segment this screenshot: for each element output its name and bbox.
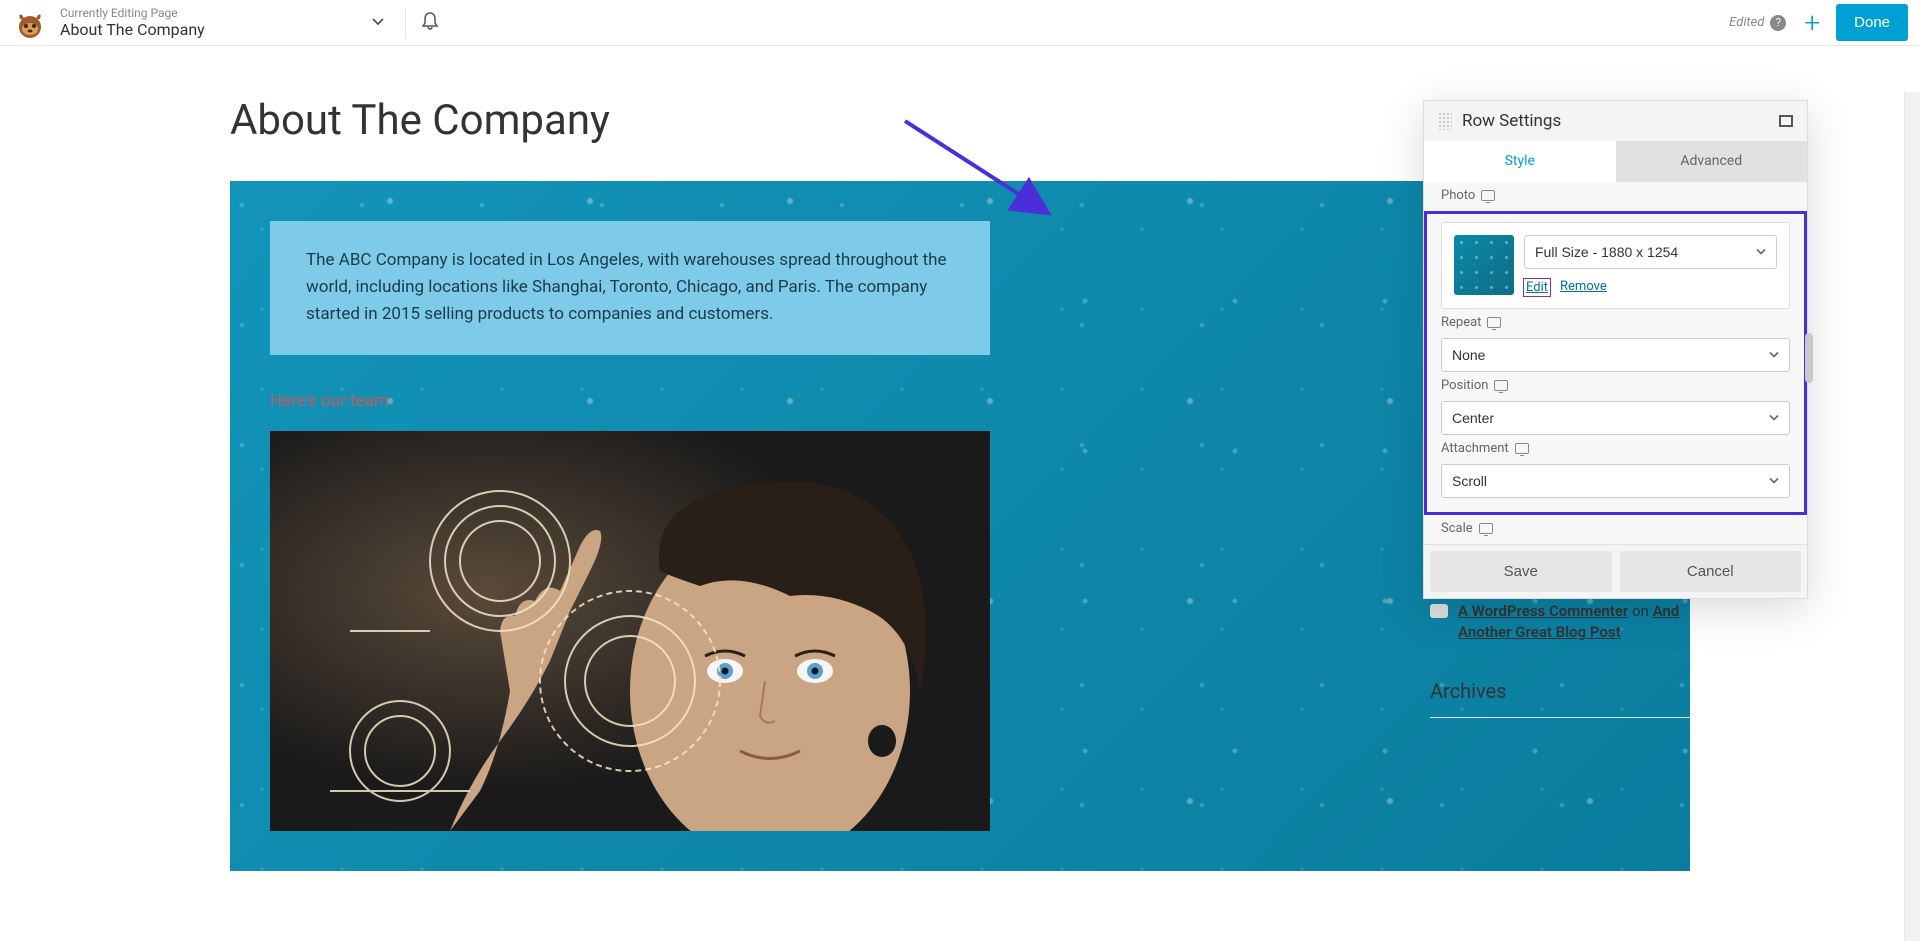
cancel-button[interactable]: Cancel	[1620, 551, 1802, 592]
field-label-repeat: Repeat	[1441, 315, 1790, 330]
save-button[interactable]: Save	[1430, 551, 1612, 592]
editing-title: About The Company	[60, 20, 205, 39]
top-bar: Currently Editing Page About The Company…	[0, 0, 1920, 46]
expand-panel-icon[interactable]	[1779, 115, 1793, 127]
responsive-icon[interactable]	[1494, 380, 1508, 391]
position-select[interactable]: Center	[1441, 401, 1790, 435]
attachment-select[interactable]: Scroll	[1441, 464, 1790, 498]
photo-edit-link[interactable]: Edit	[1524, 279, 1550, 296]
divider	[1430, 717, 1690, 718]
annotation-arrow	[900, 116, 1060, 230]
add-module-button[interactable]: +	[1804, 6, 1820, 39]
responsive-icon[interactable]	[1479, 523, 1493, 534]
team-image[interactable]	[270, 431, 990, 831]
drag-handle[interactable]	[1438, 112, 1452, 130]
editor-canvas: About The Company The ABC Company is loc…	[0, 46, 1920, 941]
responsive-icon[interactable]	[1481, 190, 1495, 201]
recent-comment-item: A WordPress Commenter on And Another Gre…	[1430, 601, 1690, 643]
done-button[interactable]: Done	[1836, 4, 1908, 41]
comment-icon	[1430, 604, 1448, 618]
app-logo	[12, 5, 48, 41]
notifications-icon[interactable]	[420, 11, 440, 35]
row-settings-panel: Row Settings Style Advanced Photo Full S…	[1423, 100, 1808, 599]
panel-scrollbar-thumb[interactable]	[1805, 333, 1813, 383]
tab-advanced[interactable]: Advanced	[1616, 141, 1808, 182]
responsive-icon[interactable]	[1515, 443, 1529, 454]
panel-tabs: Style Advanced	[1424, 141, 1807, 182]
responsive-icon[interactable]	[1487, 317, 1501, 328]
divider	[405, 8, 406, 38]
photo-settings-highlight: Full Size - 1880 x 1254 Edit Remove Repe…	[1424, 211, 1807, 515]
photo-thumbnail[interactable]	[1454, 235, 1514, 295]
field-label-attachment: Attachment	[1441, 441, 1790, 456]
page-context: Currently Editing Page About The Company	[60, 6, 205, 40]
repeat-select[interactable]: None	[1441, 338, 1790, 372]
photo-size-select[interactable]: Full Size - 1880 x 1254	[1524, 235, 1777, 269]
edited-label: Edited	[1729, 15, 1764, 30]
photo-field: Full Size - 1880 x 1254 Edit Remove	[1441, 222, 1790, 309]
editing-eyebrow: Currently Editing Page	[60, 6, 205, 20]
photo-remove-link[interactable]: Remove	[1560, 279, 1607, 296]
page-dropdown-toggle[interactable]	[365, 7, 391, 38]
archives-heading: Archives	[1430, 679, 1690, 703]
tab-style[interactable]: Style	[1424, 141, 1616, 182]
page-scrollbar[interactable]	[1904, 92, 1920, 941]
panel-title: Row Settings	[1462, 111, 1779, 131]
comment-author-link[interactable]: A WordPress Commenter	[1458, 602, 1628, 620]
help-icon[interactable]: ?	[1770, 15, 1786, 31]
field-label-photo: Photo	[1424, 188, 1807, 203]
intro-text-box[interactable]: The ABC Company is located in Los Angele…	[270, 221, 990, 355]
field-label-position: Position	[1441, 378, 1790, 393]
field-label-scale: Scale	[1424, 521, 1807, 536]
